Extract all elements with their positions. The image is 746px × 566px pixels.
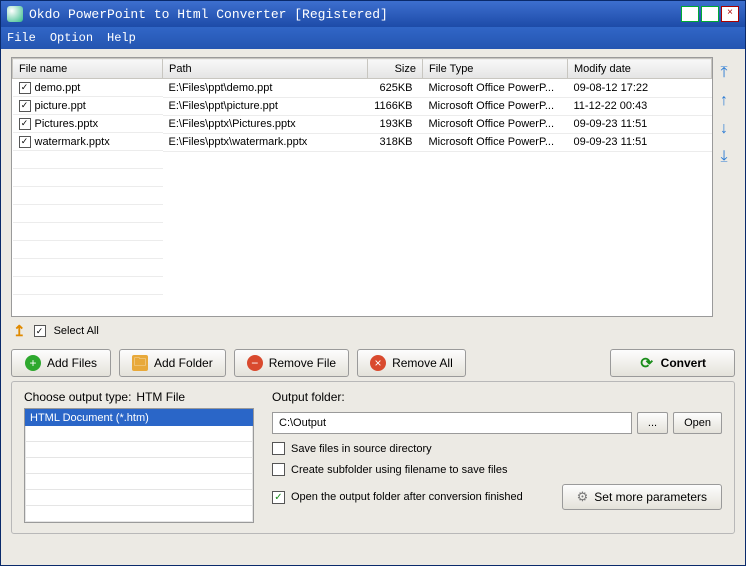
cell-date: 09-08-12 17:22 bbox=[568, 79, 712, 98]
table-row bbox=[13, 205, 712, 223]
folder-icon: 🗀 bbox=[132, 355, 148, 371]
menu-file[interactable]: File bbox=[7, 31, 36, 45]
table-row bbox=[13, 277, 712, 295]
table-row bbox=[13, 151, 712, 169]
cell-filename: watermark.pptx bbox=[35, 136, 110, 148]
col-date[interactable]: Modify date bbox=[568, 59, 712, 79]
output-folder-label: Output folder: bbox=[272, 390, 722, 404]
cell-size: 1166KB bbox=[368, 97, 423, 115]
cell-date: 11-12-22 00:43 bbox=[568, 97, 712, 115]
menubar: File Option Help bbox=[1, 27, 745, 49]
output-type-list[interactable]: HTML Document (*.htm) bbox=[24, 408, 254, 523]
cell-size: 625KB bbox=[368, 79, 423, 98]
convert-icon: ⟳ bbox=[639, 355, 655, 371]
output-type-current: HTM File bbox=[136, 390, 185, 404]
table-row[interactable]: ✓ Pictures.pptx E:\Files\pptx\Pictures.ppt… bbox=[13, 115, 712, 133]
table-row[interactable]: ✓ picture.ppt E:\Files\ppt\picture.ppt1166… bbox=[13, 97, 712, 115]
window-title: Okdo PowerPoint to Html Converter [Regis… bbox=[29, 7, 388, 22]
output-folder-input[interactable] bbox=[272, 412, 632, 434]
list-item: HTML Document (*.htm) bbox=[26, 410, 253, 426]
row-checkbox[interactable]: ✓ bbox=[19, 100, 31, 112]
table-row bbox=[13, 187, 712, 205]
select-all-label: Select All bbox=[54, 325, 99, 337]
table-row bbox=[13, 259, 712, 277]
move-top-icon[interactable]: ⤒ bbox=[716, 65, 732, 81]
cell-type: Microsoft Office PowerP... bbox=[423, 133, 568, 151]
remove-file-button[interactable]: −Remove File bbox=[234, 349, 349, 377]
cell-path: E:\Files\ppt\picture.ppt bbox=[163, 97, 368, 115]
open-after-label: Open the output folder after conversion … bbox=[291, 491, 523, 503]
minimize-button[interactable]: _ bbox=[681, 6, 699, 22]
open-after-checkbox[interactable]: ✓ bbox=[272, 491, 285, 504]
cell-type: Microsoft Office PowerP... bbox=[423, 97, 568, 115]
cell-path: E:\Files\pptx\watermark.pptx bbox=[163, 133, 368, 151]
col-type[interactable]: File Type bbox=[423, 59, 568, 79]
table-row bbox=[13, 223, 712, 241]
save-source-label: Save files in source directory bbox=[291, 443, 432, 455]
open-folder-button[interactable]: Open bbox=[673, 412, 722, 434]
add-folder-button[interactable]: 🗀Add Folder bbox=[119, 349, 226, 377]
titlebar: Okdo PowerPoint to Html Converter [Regis… bbox=[1, 1, 745, 27]
app-window: Okdo PowerPoint to Html Converter [Regis… bbox=[0, 0, 746, 566]
col-filename[interactable]: File name bbox=[13, 59, 163, 79]
move-bottom-icon[interactable]: ⤓ bbox=[716, 149, 732, 165]
cell-size: 193KB bbox=[368, 115, 423, 133]
table-row[interactable]: ✓ demo.ppt E:\Files\ppt\demo.ppt625KBMicro… bbox=[13, 79, 712, 98]
set-more-button[interactable]: ⚙Set more parameters bbox=[562, 484, 722, 510]
output-type-label: Choose output type: bbox=[24, 390, 131, 404]
row-checkbox[interactable]: ✓ bbox=[19, 136, 31, 148]
cell-type: Microsoft Office PowerP... bbox=[423, 115, 568, 133]
table-row bbox=[13, 241, 712, 259]
create-subfolder-checkbox[interactable] bbox=[272, 463, 285, 476]
row-checkbox[interactable]: ✓ bbox=[19, 82, 31, 94]
table-row bbox=[13, 169, 712, 187]
file-grid[interactable]: File name Path Size File Type Modify dat… bbox=[11, 57, 713, 317]
cell-filename: Pictures.pptx bbox=[35, 118, 99, 130]
cell-filename: picture.ppt bbox=[35, 100, 86, 112]
cell-filename: demo.ppt bbox=[35, 82, 81, 94]
cell-date: 09-09-23 11:51 bbox=[568, 133, 712, 151]
save-source-checkbox[interactable] bbox=[272, 442, 285, 455]
move-down-icon[interactable]: ↓ bbox=[716, 121, 732, 137]
gear-icon: ⚙ bbox=[577, 489, 589, 505]
plus-icon: + bbox=[25, 355, 41, 371]
browse-button[interactable]: ... bbox=[637, 412, 668, 434]
select-all-checkbox[interactable]: ✓ bbox=[34, 325, 46, 337]
col-path[interactable]: Path bbox=[163, 59, 368, 79]
cell-size: 318KB bbox=[368, 133, 423, 151]
up-level-icon[interactable]: ↥ bbox=[13, 322, 26, 340]
close-button[interactable]: × bbox=[721, 6, 739, 22]
cell-type: Microsoft Office PowerP... bbox=[423, 79, 568, 98]
reorder-controls: ⤒ ↑ ↓ ⤓ bbox=[713, 57, 735, 317]
cell-date: 09-09-23 11:51 bbox=[568, 115, 712, 133]
maximize-button[interactable]: □ bbox=[701, 6, 719, 22]
cell-path: E:\Files\pptx\Pictures.pptx bbox=[163, 115, 368, 133]
menu-help[interactable]: Help bbox=[107, 31, 136, 45]
x-icon: × bbox=[370, 355, 386, 371]
cell-path: E:\Files\ppt\demo.ppt bbox=[163, 79, 368, 98]
add-files-button[interactable]: +Add Files bbox=[11, 349, 111, 377]
table-row[interactable]: ✓ watermark.pptx E:\Files\pptx\watermark.p… bbox=[13, 133, 712, 151]
output-panel: Choose output type: HTM File HTML Docume… bbox=[11, 381, 735, 534]
app-icon bbox=[7, 6, 23, 22]
content-area: File name Path Size File Type Modify dat… bbox=[1, 49, 745, 565]
convert-button[interactable]: ⟳Convert bbox=[610, 349, 735, 377]
col-size[interactable]: Size bbox=[368, 59, 423, 79]
move-up-icon[interactable]: ↑ bbox=[716, 93, 732, 109]
create-subfolder-label: Create subfolder using filename to save … bbox=[291, 464, 507, 476]
menu-option[interactable]: Option bbox=[50, 31, 93, 45]
remove-all-button[interactable]: ×Remove All bbox=[357, 349, 466, 377]
minus-icon: − bbox=[247, 355, 263, 371]
row-checkbox[interactable]: ✓ bbox=[19, 118, 31, 130]
